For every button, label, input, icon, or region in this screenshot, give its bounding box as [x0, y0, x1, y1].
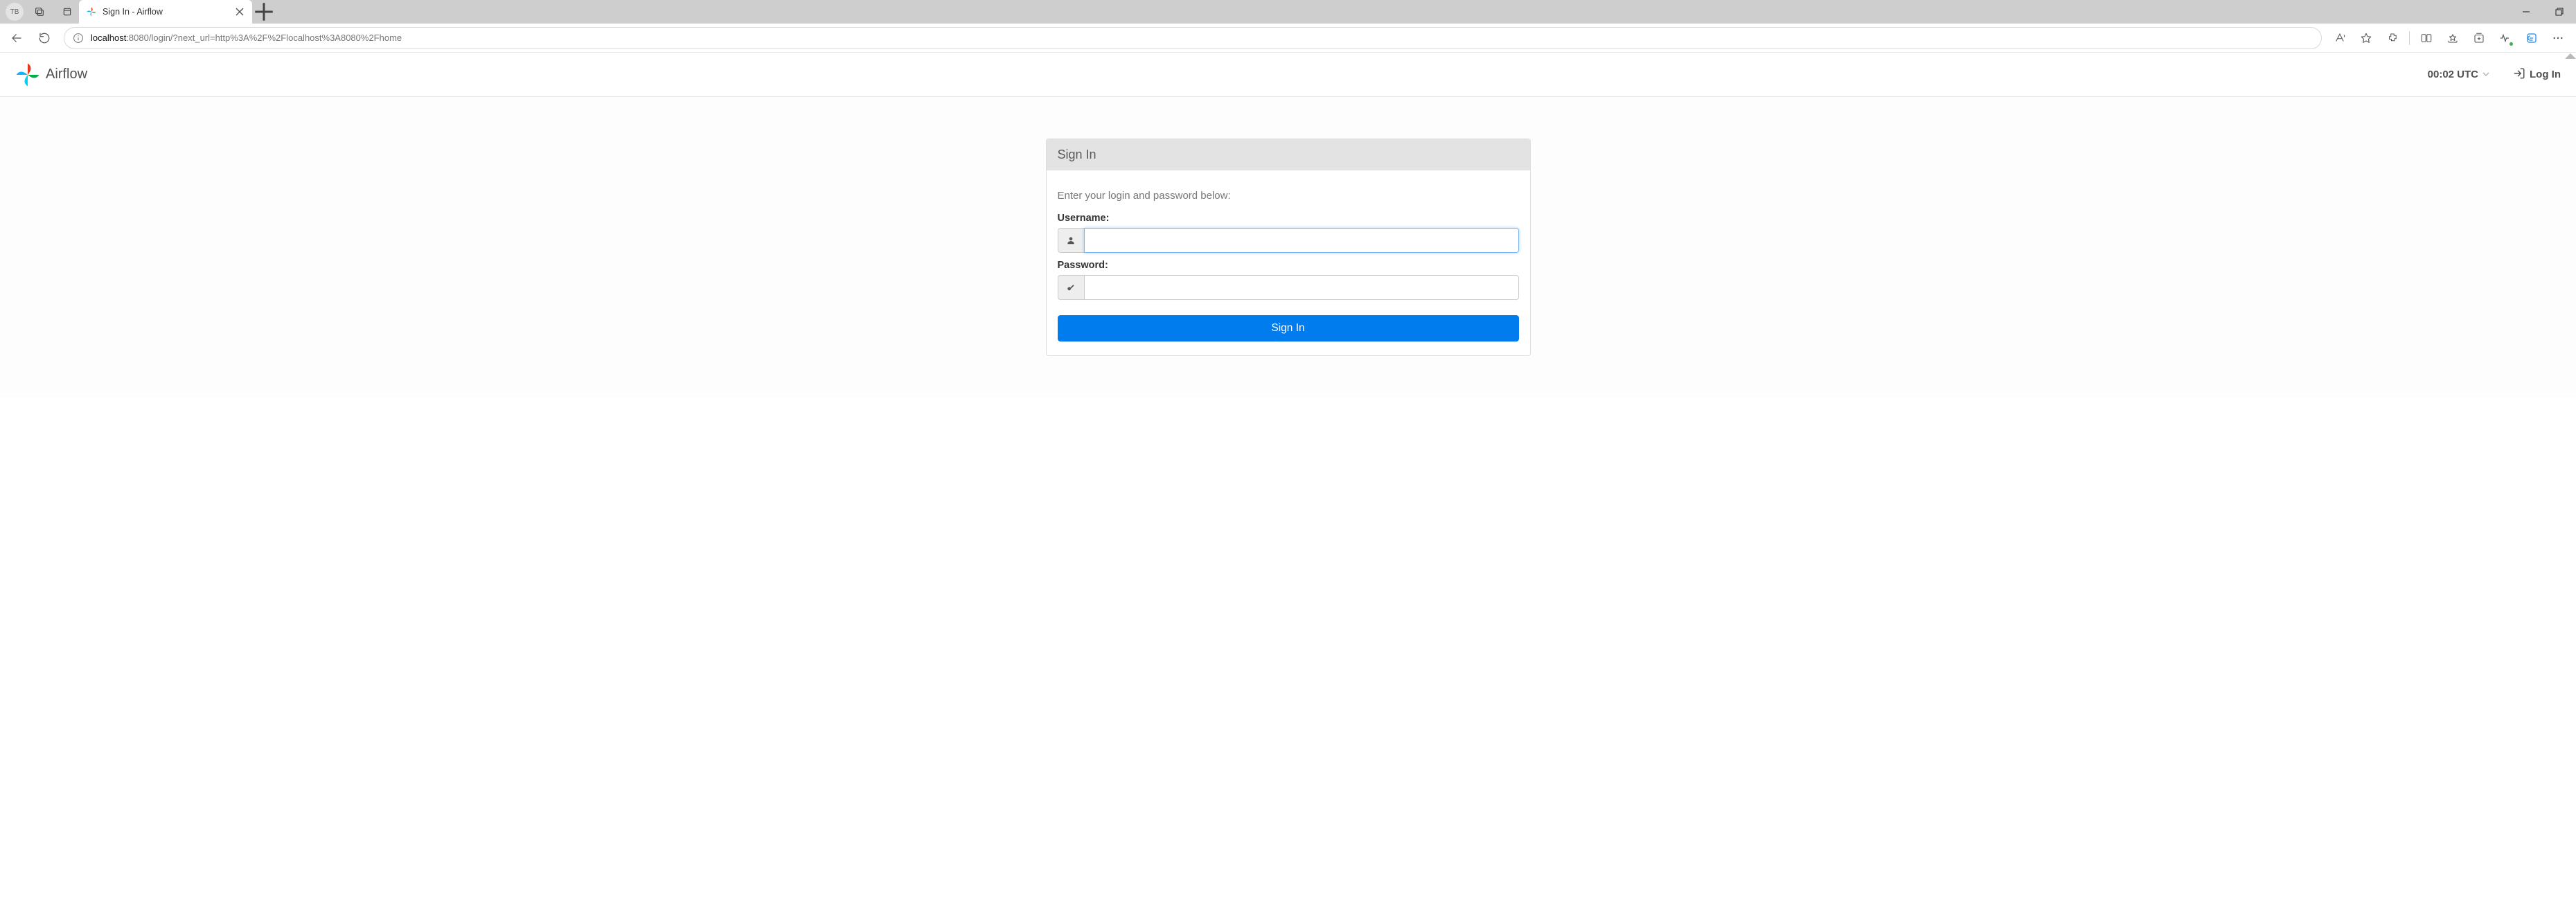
profile-initials: TB: [10, 8, 19, 16]
url-path: :8080/login/?next_url=http%3A%2F%2Flocal…: [126, 33, 402, 43]
performance-icon[interactable]: [2494, 27, 2516, 49]
panel-heading: Sign In: [1047, 139, 1530, 170]
signin-button[interactable]: Sign In: [1058, 315, 1519, 342]
password-input-group: [1058, 275, 1519, 300]
username-label: Username:: [1058, 213, 1519, 224]
status-dot-icon: [2509, 42, 2514, 46]
tab-actions-icon[interactable]: [55, 0, 79, 24]
login-link[interactable]: Log In: [2513, 67, 2561, 82]
page-viewport: Airflow 00:02 UTC Log In Sign In Enter y…: [0, 53, 2576, 398]
chevron-down-icon: [2482, 69, 2489, 80]
panel-body: Enter your login and password below: Use…: [1047, 170, 1530, 355]
help-text: Enter your login and password below:: [1058, 190, 1519, 202]
read-aloud-icon[interactable]: [2329, 27, 2351, 49]
password-label: Password:: [1058, 260, 1519, 271]
toolbar-separator: [2409, 31, 2410, 45]
site-info-icon[interactable]: [73, 33, 84, 44]
browser-titlebar: TB Sign In - Airflow: [0, 0, 2576, 24]
username-input-group: [1058, 228, 1519, 253]
login-icon: [2513, 67, 2525, 82]
username-input[interactable]: [1084, 228, 1519, 253]
browser-tab-active[interactable]: Sign In - Airflow: [79, 0, 252, 24]
key-icon: [1058, 275, 1084, 300]
favorite-star-icon[interactable]: [2355, 27, 2377, 49]
signin-panel: Sign In Enter your login and password be…: [1046, 139, 1531, 356]
scroll-up-indicator-icon[interactable]: [2565, 53, 2576, 59]
app-navbar: Airflow 00:02 UTC Log In: [0, 53, 2576, 97]
split-screen-icon[interactable]: [2415, 27, 2437, 49]
window-restore-button[interactable]: [2546, 0, 2573, 24]
time-text: 00:02 UTC: [2428, 69, 2478, 80]
profile-avatar[interactable]: TB: [6, 3, 24, 21]
airflow-favicon-icon: [86, 6, 97, 17]
tab-close-icon[interactable]: [234, 6, 245, 17]
ie-mode-icon[interactable]: [2521, 27, 2543, 49]
login-link-label: Log In: [2530, 69, 2561, 80]
toolbar-right-icons: [2329, 27, 2572, 49]
window-controls: [2512, 0, 2573, 24]
user-icon: [1058, 228, 1084, 253]
titlebar-left-controls: TB: [0, 0, 79, 24]
refresh-button[interactable]: [32, 26, 57, 51]
navbar-right: 00:02 UTC Log In: [2428, 67, 2561, 82]
window-minimize-button[interactable]: [2512, 0, 2540, 24]
address-bar[interactable]: localhost:8080/login/?next_url=http%3A%2…: [64, 27, 2322, 49]
page-body: Sign In Enter your login and password be…: [0, 97, 2576, 398]
signin-button-label: Sign In: [1271, 322, 1304, 334]
address-bar-url: localhost:8080/login/?next_url=http%3A%2…: [91, 33, 402, 43]
collections-icon[interactable]: [2468, 27, 2490, 49]
extensions-icon[interactable]: [2381, 27, 2404, 49]
favorites-bar-icon[interactable]: [2442, 27, 2464, 49]
brand[interactable]: Airflow: [15, 62, 87, 87]
brand-name: Airflow: [46, 67, 87, 82]
browser-toolbar: localhost:8080/login/?next_url=http%3A%2…: [0, 24, 2576, 53]
password-input[interactable]: [1084, 275, 1519, 300]
new-tab-button[interactable]: [252, 0, 276, 24]
url-host: localhost: [91, 33, 126, 43]
time-display[interactable]: 00:02 UTC: [2428, 69, 2489, 80]
airflow-logo-icon: [15, 62, 40, 87]
workspaces-icon[interactable]: [28, 0, 51, 24]
browser-tab-title: Sign In - Airflow: [103, 7, 229, 17]
back-button[interactable]: [4, 26, 29, 51]
settings-more-icon[interactable]: [2547, 27, 2569, 49]
